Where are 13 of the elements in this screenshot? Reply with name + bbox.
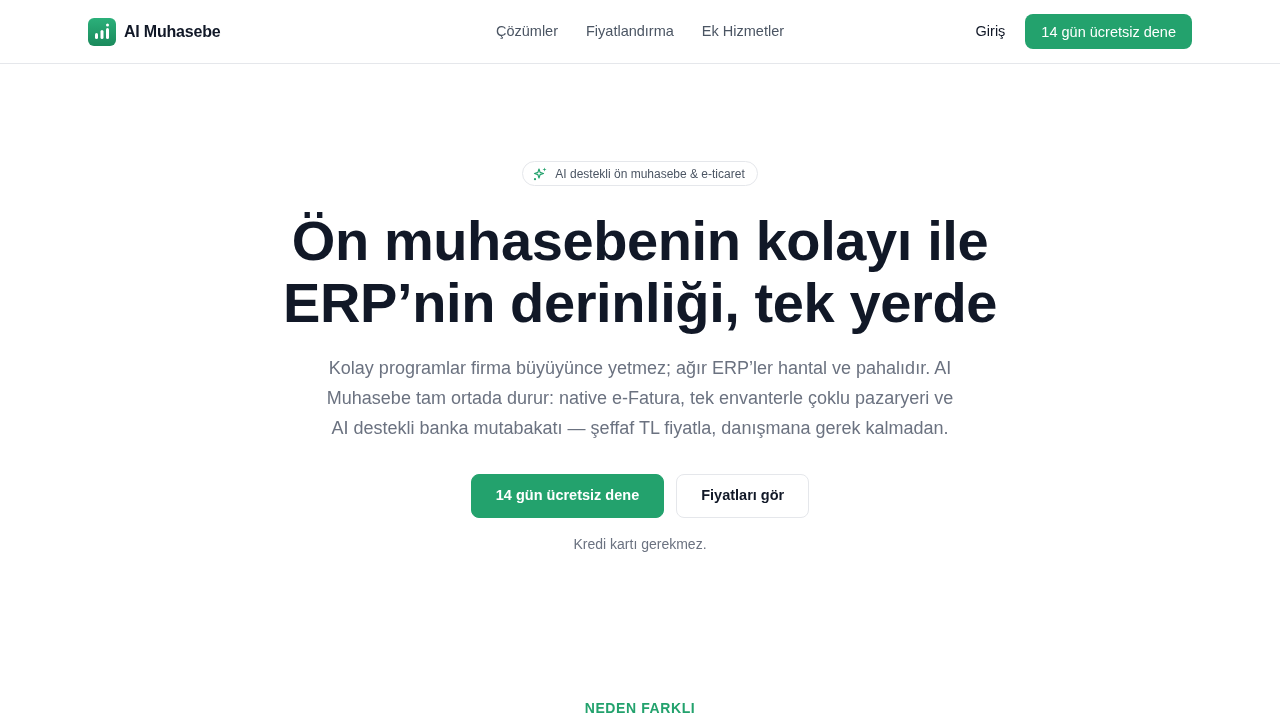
pricing-button[interactable]: Fiyatları gör [676, 474, 810, 518]
brand-name: AI Muhasebe [124, 21, 221, 42]
note-text: Kredi kartı gerekmez. [573, 535, 707, 554]
hero-heading: Ön muhasebenin kolayı ile ERP’nin derinliği, tek yerde [282, 210, 998, 334]
logo-icon [88, 17, 116, 46]
badge-text: AI destekli ön muhasebe & e-ticaret [555, 165, 745, 183]
sparkle-icon [533, 166, 548, 181]
nav-link[interactable]: Çözümler [495, 20, 558, 43]
login-link[interactable]: Giriş [975, 20, 1006, 43]
section-eyebrow: NEDEN FARKLI [584, 699, 696, 718]
nav-link[interactable]: Ek Hizmetler [701, 20, 785, 43]
hero-description: Kolay programlar firma büyüyünce yetmez; ağır ERP’ler hantal ve pahalıdır. AI Muhasebe tam ortada durur: native e-Fatura, tek envanterle çoklu pazaryeri ve AI destekli banka mutabakatı — şeffaf TL fiyatla, danışmana gerek kalmadan. [325, 357, 955, 440]
nav-link[interactable]: Fiyatlandırma [586, 20, 674, 43]
